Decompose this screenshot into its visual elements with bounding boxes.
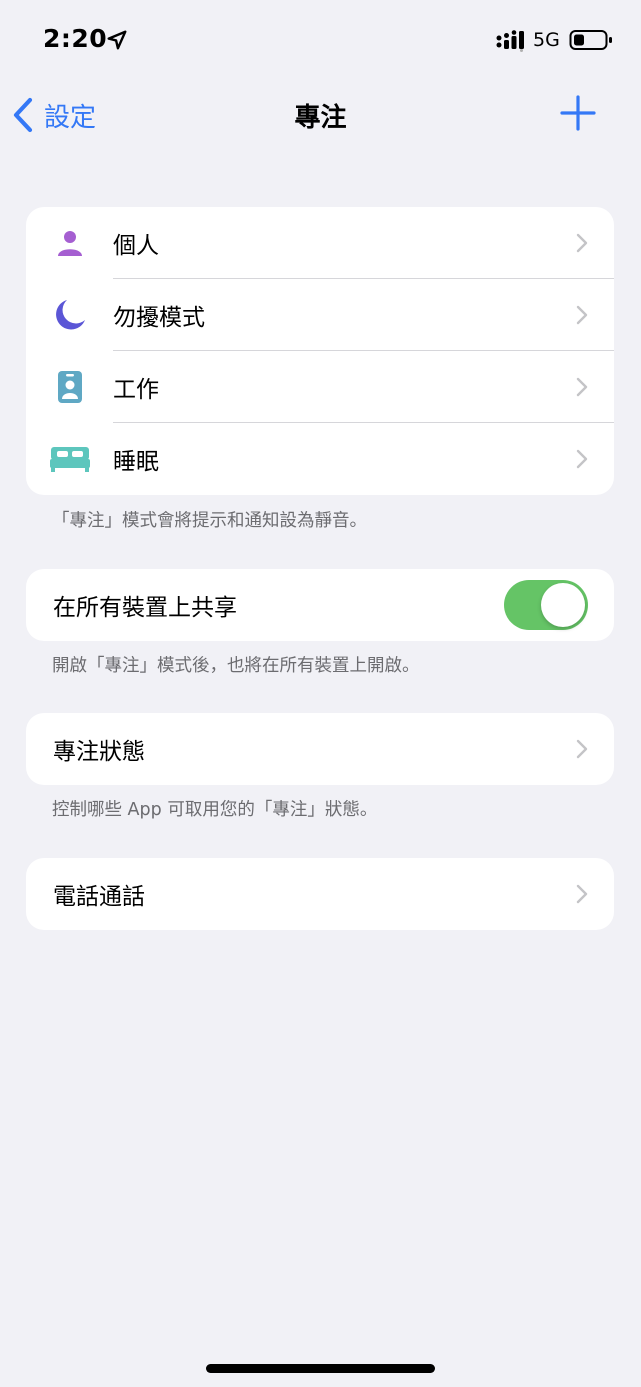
focus-mode-label: 個人 xyxy=(113,233,159,259)
share-across-devices-row: 在所有裝置上共享 xyxy=(26,569,614,641)
focus-status-row[interactable]: 專注狀態 xyxy=(26,713,614,785)
chevron-right-icon xyxy=(576,739,588,759)
home-indicator[interactable] xyxy=(206,1364,435,1373)
chevron-right-icon xyxy=(576,884,588,904)
share-across-devices-toggle[interactable] xyxy=(504,580,588,630)
network-type: 5G xyxy=(533,29,560,51)
phone-calls-group: 電話通話 xyxy=(26,858,614,930)
signal-icon xyxy=(496,30,524,52)
plus-icon[interactable] xyxy=(558,93,598,133)
chevron-right-icon xyxy=(576,305,588,325)
person-icon xyxy=(50,223,90,263)
focus-mode-sleep[interactable]: 睡眠 xyxy=(26,423,614,495)
focus-mode-label: 勿擾模式 xyxy=(113,305,205,331)
location-arrow-icon xyxy=(107,30,127,50)
focus-mode-personal[interactable]: 個人 xyxy=(26,207,614,279)
share-footnote: 開啟「專注」模式後，也將在所有裝置上開啟。 xyxy=(52,656,420,676)
focus-status-group: 專注狀態 xyxy=(26,713,614,785)
focus-mode-work[interactable]: 工作 xyxy=(26,351,614,423)
status-time: 2:20 xyxy=(43,24,108,53)
navigation-bar: 設定 專注 xyxy=(0,85,641,145)
status-bar: 2:20 5G xyxy=(0,0,641,80)
moon-icon xyxy=(50,295,90,335)
share-label: 在所有裝置上共享 xyxy=(53,595,237,621)
share-across-devices-group: 在所有裝置上共享 xyxy=(26,569,614,641)
focus-modes-list: 個人 勿擾模式 工作 睡眠 xyxy=(26,207,614,495)
chevron-right-icon xyxy=(576,377,588,397)
focus-mode-label: 睡眠 xyxy=(113,449,159,475)
phone-calls-row[interactable]: 電話通話 xyxy=(26,858,614,930)
chevron-right-icon xyxy=(576,449,588,469)
chevron-right-icon xyxy=(576,233,588,253)
focus-modes-footnote: 「專注」模式會將提示和通知設為靜音。 xyxy=(52,511,367,531)
focus-mode-label: 工作 xyxy=(113,377,159,403)
phone-calls-label: 電話通話 xyxy=(53,884,145,910)
page-title: 專注 xyxy=(294,103,347,133)
bed-icon xyxy=(48,439,92,479)
battery-icon xyxy=(569,30,612,50)
focus-status-footnote: 控制哪些 App 可取用您的「專注」狀態。 xyxy=(52,800,378,820)
focus-status-label: 專注狀態 xyxy=(53,739,145,765)
id-badge-icon xyxy=(50,367,90,407)
focus-mode-do-not-disturb[interactable]: 勿擾模式 xyxy=(26,279,614,351)
toggle-knob xyxy=(541,583,585,627)
